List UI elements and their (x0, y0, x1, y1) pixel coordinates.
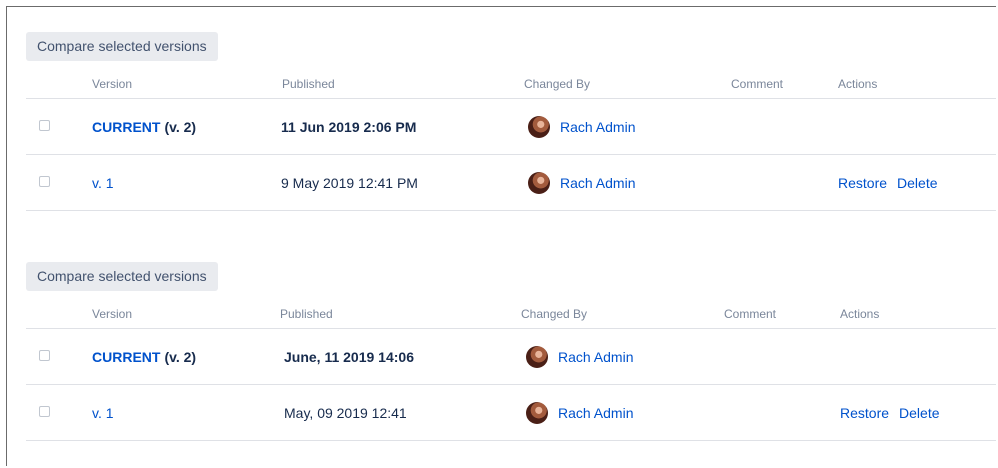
column-header-comment: Comment (731, 77, 784, 91)
user-link[interactable]: Rach Admin (560, 175, 635, 191)
version-history-table-2: Compare selected versions Version Publis… (26, 262, 996, 441)
table-header: Version Published Changed By Comment Act… (26, 291, 996, 329)
user-link[interactable]: Rach Admin (558, 349, 633, 365)
delete-link[interactable]: Delete (897, 175, 937, 191)
restore-link[interactable]: Restore (838, 175, 887, 191)
published-date: 11 Jun 2019 2:06 PM (281, 118, 417, 135)
version-cell: CURRENT (v. 2) (92, 99, 196, 154)
actions-cell: Restore Delete (838, 155, 948, 210)
column-header-version: Version (92, 77, 133, 91)
version-link-v1[interactable]: v. 1 (92, 175, 114, 191)
published-date: June, 11 2019 14:06 (284, 348, 414, 365)
table-row: CURRENT (v. 2) 11 Jun 2019 2:06 PM Rach … (26, 99, 996, 155)
column-header-comment: Comment (724, 307, 777, 321)
changed-by-cell: Rach Admin (526, 385, 633, 440)
changed-by-cell: Rach Admin (526, 329, 633, 384)
version-number-note: (v. 2) (164, 348, 197, 365)
user-avatar-icon[interactable] (528, 171, 550, 194)
user-link[interactable]: Rach Admin (558, 405, 633, 421)
column-header-published: Published (282, 77, 335, 91)
version-link-current[interactable]: CURRENT (92, 349, 160, 365)
actions-cell: Restore Delete (840, 385, 950, 440)
table-header: Version Published Changed By Comment Act… (26, 61, 996, 99)
compare-selected-versions-button[interactable]: Compare selected versions (26, 262, 218, 291)
published-date: May, 09 2019 12:41 (284, 404, 407, 421)
version-checkbox[interactable] (39, 176, 50, 187)
version-number-note: (v. 2) (164, 118, 197, 135)
version-checkbox[interactable] (39, 350, 50, 361)
published-date: 9 May 2019 12:41 PM (281, 174, 418, 191)
column-header-changed-by: Changed By (521, 307, 588, 321)
restore-link[interactable]: Restore (840, 405, 889, 421)
changed-by-cell: Rach Admin (528, 99, 635, 154)
changed-by-cell: Rach Admin (528, 155, 635, 210)
compare-selected-versions-button[interactable]: Compare selected versions (26, 32, 218, 61)
column-header-actions: Actions (840, 307, 880, 321)
version-cell: CURRENT (v. 2) (92, 329, 196, 384)
table-row: CURRENT (v. 2) June, 11 2019 14:06 Rach … (26, 329, 996, 385)
user-avatar-icon[interactable] (526, 401, 548, 424)
table-row: v. 1 9 May 2019 12:41 PM Rach Admin Rest… (26, 155, 996, 211)
column-header-changed-by: Changed By (524, 77, 591, 91)
version-checkbox[interactable] (39, 406, 50, 417)
column-header-published: Published (280, 307, 333, 321)
user-avatar-icon[interactable] (526, 345, 548, 368)
version-checkbox[interactable] (39, 120, 50, 131)
column-header-actions: Actions (838, 77, 878, 91)
version-link-v1[interactable]: v. 1 (92, 405, 114, 421)
user-link[interactable]: Rach Admin (560, 119, 635, 135)
version-link-current[interactable]: CURRENT (92, 119, 160, 135)
column-header-version: Version (92, 307, 133, 321)
version-cell: v. 1 (92, 155, 114, 210)
user-avatar-icon[interactable] (528, 115, 550, 138)
version-history-table-1: Compare selected versions Version Publis… (26, 32, 996, 211)
delete-link[interactable]: Delete (899, 405, 939, 421)
version-cell: v. 1 (92, 385, 114, 440)
table-row: v. 1 May, 09 2019 12:41 Rach Admin Resto… (26, 385, 996, 441)
